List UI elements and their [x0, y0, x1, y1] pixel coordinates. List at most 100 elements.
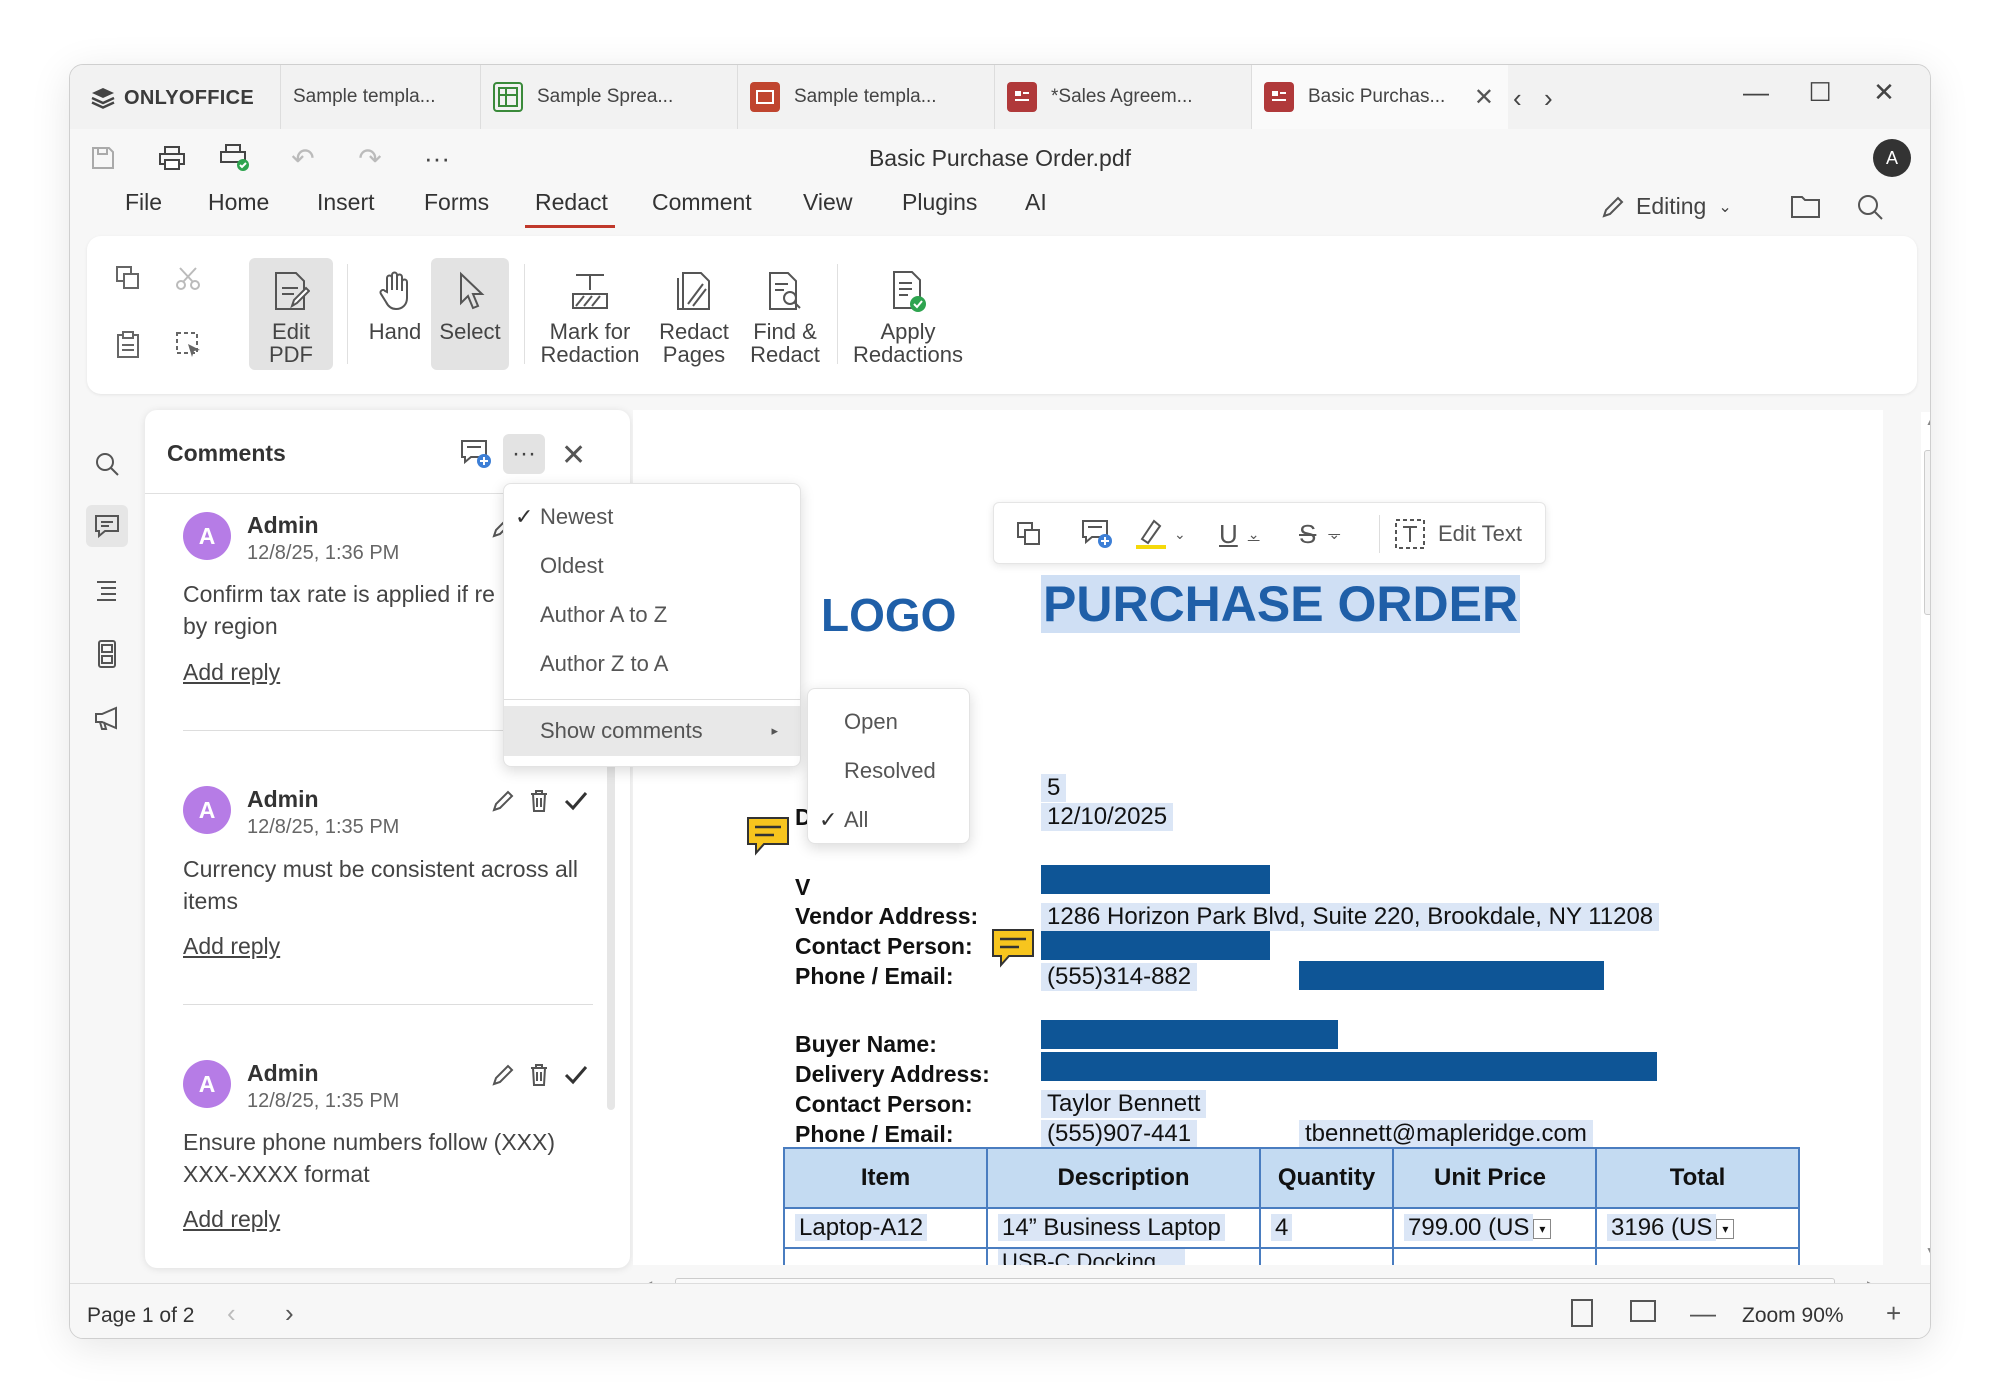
search-icon[interactable] — [1856, 193, 1884, 226]
show-all[interactable]: ✓ All — [808, 797, 969, 843]
redact-pages-button[interactable]: Redact Pages — [649, 258, 739, 370]
underline-icon[interactable]: U ⌄ — [1219, 517, 1260, 551]
user-avatar[interactable]: A — [1873, 139, 1911, 177]
apply-redactions-button[interactable]: Apply Redactions — [850, 258, 966, 370]
menu-plugins[interactable]: Plugins — [902, 189, 977, 216]
headings-panel-icon[interactable] — [86, 569, 128, 611]
scroll-up-icon[interactable]: ▲ — [1925, 414, 1930, 428]
copy-icon[interactable] — [114, 264, 142, 297]
show-open[interactable]: Open — [808, 699, 969, 745]
tab-basic-purchase-order[interactable]: Basic Purchas... ✕ — [1251, 65, 1508, 129]
show-comments-item[interactable]: Show comments ▸ — [504, 706, 800, 756]
table-cell[interactable]: 4 — [1259, 1207, 1394, 1249]
select-tool-button[interactable]: Select — [431, 258, 509, 370]
menu-view[interactable]: View — [803, 189, 852, 216]
edit-text-button[interactable]: Edit Text — [1394, 517, 1522, 551]
vendor-address[interactable]: 1286 Horizon Park Blvd, Suite 220, Brook… — [1041, 903, 1660, 931]
po-date[interactable]: 12/10/2025 — [1041, 803, 1174, 831]
comments-panel-icon[interactable] — [86, 505, 128, 547]
redaction-mark[interactable] — [1041, 931, 1270, 960]
menu-comment[interactable]: Comment — [652, 189, 752, 216]
zoom-out-icon[interactable]: — — [1690, 1298, 1716, 1329]
tab-doc-1[interactable]: Sample templa... — [280, 65, 480, 129]
table-cell[interactable]: 3196 (US ▾ — [1595, 1207, 1800, 1249]
redaction-mark[interactable] — [1041, 1020, 1338, 1049]
menu-redact[interactable]: Redact — [535, 189, 608, 216]
table-cell[interactable]: 14” Business Laptop — [986, 1207, 1261, 1249]
close-window-icon[interactable]: ✕ — [1864, 77, 1904, 108]
search-panel-icon[interactable] — [86, 443, 128, 485]
more-options-icon[interactable]: ··· — [503, 434, 545, 474]
vertical-scroll-thumb[interactable] — [1924, 450, 1930, 615]
table-header: Description — [986, 1147, 1261, 1209]
po-title[interactable]: PURCHASE ORDER — [1041, 575, 1521, 633]
thumbnails-panel-icon[interactable] — [86, 633, 128, 675]
vendor-phone[interactable]: (555)314-882 — [1041, 963, 1198, 991]
close-tab-icon[interactable]: ✕ — [1474, 83, 1494, 112]
comment-author: Admin — [247, 786, 319, 812]
menu-home[interactable]: Home — [208, 189, 269, 216]
brand-name: ONLYOFFICE — [124, 86, 255, 109]
highlight-icon[interactable]: ⌄ — [1134, 517, 1186, 551]
comments-scrollbar[interactable] — [607, 720, 615, 1110]
menu-insert[interactable]: Insert — [317, 189, 375, 216]
dropdown-arrow-icon[interactable]: ▾ — [1533, 1218, 1552, 1239]
dropdown-arrow-icon[interactable]: ▾ — [1716, 1218, 1735, 1239]
next-page-icon[interactable]: › — [285, 1298, 294, 1329]
buyer-contact[interactable]: Taylor Bennett — [1041, 1090, 1207, 1118]
sort-newest[interactable]: ✓ Newest — [504, 494, 800, 540]
table-cell[interactable]: 799.00 (US ▾ — [1392, 1207, 1597, 1249]
redaction-mark[interactable] — [1041, 1052, 1657, 1081]
comment-marker-icon[interactable] — [991, 928, 1035, 968]
fit-page-icon[interactable] — [1570, 1298, 1594, 1335]
buyer-phone[interactable]: (555)907-441 — [1041, 1120, 1198, 1148]
select-all-icon[interactable] — [174, 330, 204, 365]
comment-date: 12/8/25, 1:36 PM — [247, 542, 400, 564]
find-redact-button[interactable]: Find & Redact — [743, 258, 827, 370]
zoom-level: Zoom 90% — [1742, 1304, 1844, 1327]
zoom-in-icon[interactable]: + — [1886, 1298, 1901, 1329]
tab-sales-agreement[interactable]: *Sales Agreem... — [994, 65, 1251, 129]
resolve-comment-icon — [564, 792, 588, 811]
editing-mode-dropdown[interactable]: Editing ⌄ — [1600, 193, 1732, 220]
mark-for-redaction-button[interactable]: Mark for Redaction — [537, 258, 643, 370]
paste-icon[interactable] — [114, 330, 142, 365]
sort-author-a-z[interactable]: Author A to Z — [504, 592, 800, 638]
hand-tool-button[interactable]: Hand — [362, 258, 428, 370]
fit-width-icon[interactable] — [1628, 1298, 1658, 1335]
tab-presentation[interactable]: Sample templa... — [737, 65, 994, 129]
buyer-email[interactable]: tbennett@mapleridge.com — [1299, 1120, 1593, 1148]
close-panel-icon[interactable]: ✕ — [561, 438, 586, 473]
add-reply-link[interactable]: Add reply — [183, 659, 280, 686]
sort-author-z-a[interactable]: Author Z to A — [504, 641, 800, 687]
tab-scroll-left-icon[interactable]: ‹ — [1513, 83, 1522, 114]
minimize-icon[interactable]: — — [1736, 77, 1776, 108]
feedback-megaphone-icon[interactable] — [86, 697, 128, 739]
vertical-scrollbar[interactable]: ▲ ▼ — [1921, 412, 1930, 1265]
redaction-mark[interactable] — [1299, 961, 1604, 990]
add-comment-icon[interactable] — [459, 438, 493, 475]
scroll-down-icon[interactable]: ▼ — [1925, 1244, 1930, 1258]
sort-oldest[interactable]: Oldest — [504, 543, 800, 589]
menu-file[interactable]: File — [125, 189, 162, 216]
maximize-icon[interactable]: ☐ — [1800, 77, 1840, 108]
cut-icon[interactable] — [174, 264, 202, 297]
edit-pdf-button[interactable]: Edit PDF — [249, 258, 333, 370]
tab-spreadsheet[interactable]: Sample Sprea... — [480, 65, 737, 129]
comment-marker-icon[interactable] — [746, 816, 790, 856]
copy-icon[interactable] — [1016, 517, 1042, 551]
table-cell[interactable]: Laptop-A12 — [783, 1207, 988, 1249]
sort-comments-menu: ✓ Newest Oldest Author A to Z Author Z to… — [503, 483, 801, 767]
show-resolved[interactable]: Resolved — [808, 748, 969, 794]
menu-ai[interactable]: AI — [1025, 189, 1047, 216]
previous-page-icon[interactable]: ‹ — [227, 1298, 236, 1329]
po-number[interactable]: 5 — [1041, 774, 1067, 802]
add-reply-link[interactable]: Add reply — [183, 1206, 280, 1233]
menu-forms[interactable]: Forms — [424, 189, 489, 216]
add-reply-link[interactable]: Add reply — [183, 933, 280, 960]
strikethrough-icon[interactable]: S ⌄ — [1299, 517, 1340, 551]
add-comment-icon[interactable] — [1080, 517, 1114, 551]
open-file-location-icon[interactable] — [1790, 191, 1822, 226]
redaction-mark[interactable] — [1041, 865, 1270, 894]
tab-scroll-right-icon[interactable]: › — [1544, 83, 1553, 114]
